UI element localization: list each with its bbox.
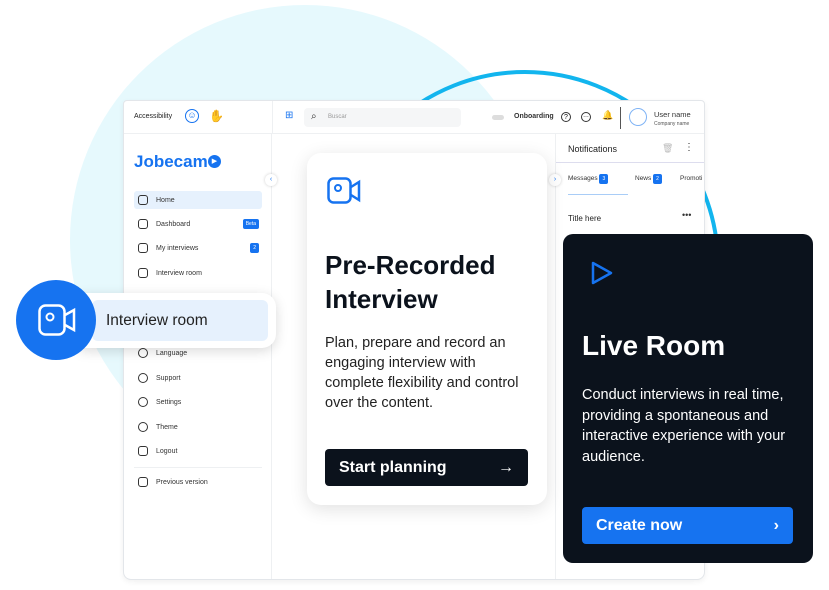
apps-grid-icon[interactable]: ⊞ <box>285 110 293 121</box>
video-camera-icon <box>327 177 361 204</box>
user-name: User name <box>654 110 691 119</box>
onboarding-toggle[interactable] <box>492 115 504 120</box>
nav-label: Settings <box>156 398 182 406</box>
nav-label: Logout <box>156 447 178 455</box>
interview-room-popup[interactable]: Interview room <box>80 293 276 348</box>
logout-icon <box>138 446 148 456</box>
search-placeholder: Buscar <box>328 114 347 120</box>
sidebar-item-interview-room[interactable]: Interview room <box>134 264 262 282</box>
video-camera-icon <box>38 304 76 336</box>
card-title: Pre-Recorded Interview <box>325 248 496 316</box>
previous-version-link[interactable]: Previous version <box>134 473 262 491</box>
chart-icon <box>138 219 148 229</box>
users-icon <box>138 243 148 253</box>
tab-label: Messages <box>568 175 598 182</box>
nav-label: My interviews <box>156 244 199 252</box>
pre-recorded-card: Pre-Recorded Interview Plan, prepare and… <box>307 153 547 505</box>
more-vertical-icon[interactable]: ⋮ <box>684 142 694 153</box>
notifications-title: Notifications <box>568 144 618 154</box>
button-label: Start planning <box>339 458 447 476</box>
company-name: Company name <box>654 121 690 127</box>
play-icon <box>591 261 613 285</box>
sidebar-item-support[interactable]: Support <box>134 369 262 387</box>
chevron-right-icon: › <box>773 516 779 534</box>
title-line: Interview <box>325 284 438 314</box>
sidebar-item-theme[interactable]: Theme <box>134 418 262 436</box>
bell-icon[interactable]: 🔔 <box>602 110 613 121</box>
beta-badge: Beta <box>242 219 259 229</box>
video-icon-circle <box>16 280 96 360</box>
more-horizontal-icon[interactable]: ••• <box>682 210 691 220</box>
globe-icon <box>138 348 148 358</box>
sign-language-icon[interactable]: ✋ <box>209 109 224 123</box>
tab-label: Promoti <box>680 175 703 182</box>
tab-messages[interactable]: Messages 3 <box>568 174 628 195</box>
sidebar-item-settings[interactable]: Settings <box>134 393 262 411</box>
popup-label: Interview room <box>106 312 208 329</box>
trash-icon[interactable]: 🗑 <box>662 143 673 154</box>
tab-news[interactable]: News 2 <box>635 174 665 184</box>
nav-label: Home <box>156 196 175 204</box>
back-arrow-icon <box>138 477 148 487</box>
theme-icon <box>138 422 148 432</box>
gear-icon <box>138 397 148 407</box>
search-input[interactable]: ⌕ Buscar <box>304 108 461 127</box>
accessibility-icon[interactable]: ☺ <box>185 109 199 123</box>
help-icon <box>138 373 148 383</box>
nav-label: Language <box>156 349 188 357</box>
logo: Jobecam <box>134 152 208 171</box>
chat-icon[interactable]: … <box>581 112 591 122</box>
create-now-button[interactable]: Create now › <box>582 507 793 544</box>
logo-play-icon: ▶ <box>208 155 221 168</box>
top-bar: Accessibility ☺ ✋ ⊞ ⌕ Buscar Onboarding … <box>124 101 704 134</box>
count-badge: 2 <box>250 243 259 253</box>
video-icon <box>138 268 148 278</box>
help-icon[interactable]: ? <box>561 112 571 122</box>
nav-label: Previous version <box>156 478 208 486</box>
card-title: Live Room <box>582 330 726 361</box>
search-icon: ⌕ <box>311 111 317 122</box>
sidebar: Jobecam ▶ ‹ Home Dashboard Beta My interv… <box>124 134 277 579</box>
nav-label: Dashboard <box>156 220 191 228</box>
collapse-sidebar-button[interactable]: ‹ <box>265 174 277 186</box>
button-label: Create now <box>596 516 683 534</box>
sidebar-item-my-interviews[interactable]: My interviews 2 <box>134 239 262 257</box>
card-description: Conduct interviews in real time, providi… <box>582 387 786 465</box>
tab-label: News <box>635 175 652 182</box>
sidebar-item-home[interactable]: Home <box>134 191 262 209</box>
home-icon <box>138 195 148 205</box>
title-line: Pre-Recorded <box>325 250 496 280</box>
nav-label: Theme <box>156 423 178 431</box>
onboarding-label: Onboarding <box>514 113 554 120</box>
count-badge: 3 <box>599 174 609 184</box>
arrow-right-icon: → <box>498 458 514 476</box>
sidebar-item-logout[interactable]: Logout <box>134 442 262 460</box>
sidebar-item-dashboard[interactable]: Dashboard Beta <box>134 215 262 233</box>
expand-panel-button[interactable]: › <box>549 174 561 186</box>
accessibility-label: Accessibility <box>134 113 173 120</box>
card-description: Plan, prepare and record an engaging int… <box>325 335 519 411</box>
live-room-card: Live Room Conduct interviews in real tim… <box>563 234 813 563</box>
notification-title: Title here <box>568 214 602 223</box>
avatar[interactable] <box>629 108 647 126</box>
start-planning-button[interactable]: Start planning → <box>325 449 528 486</box>
nav-label: Interview room <box>156 269 202 277</box>
tab-promotions[interactable]: Promoti <box>680 175 702 182</box>
count-badge: 2 <box>653 174 662 184</box>
nav-label: Support <box>156 374 181 382</box>
